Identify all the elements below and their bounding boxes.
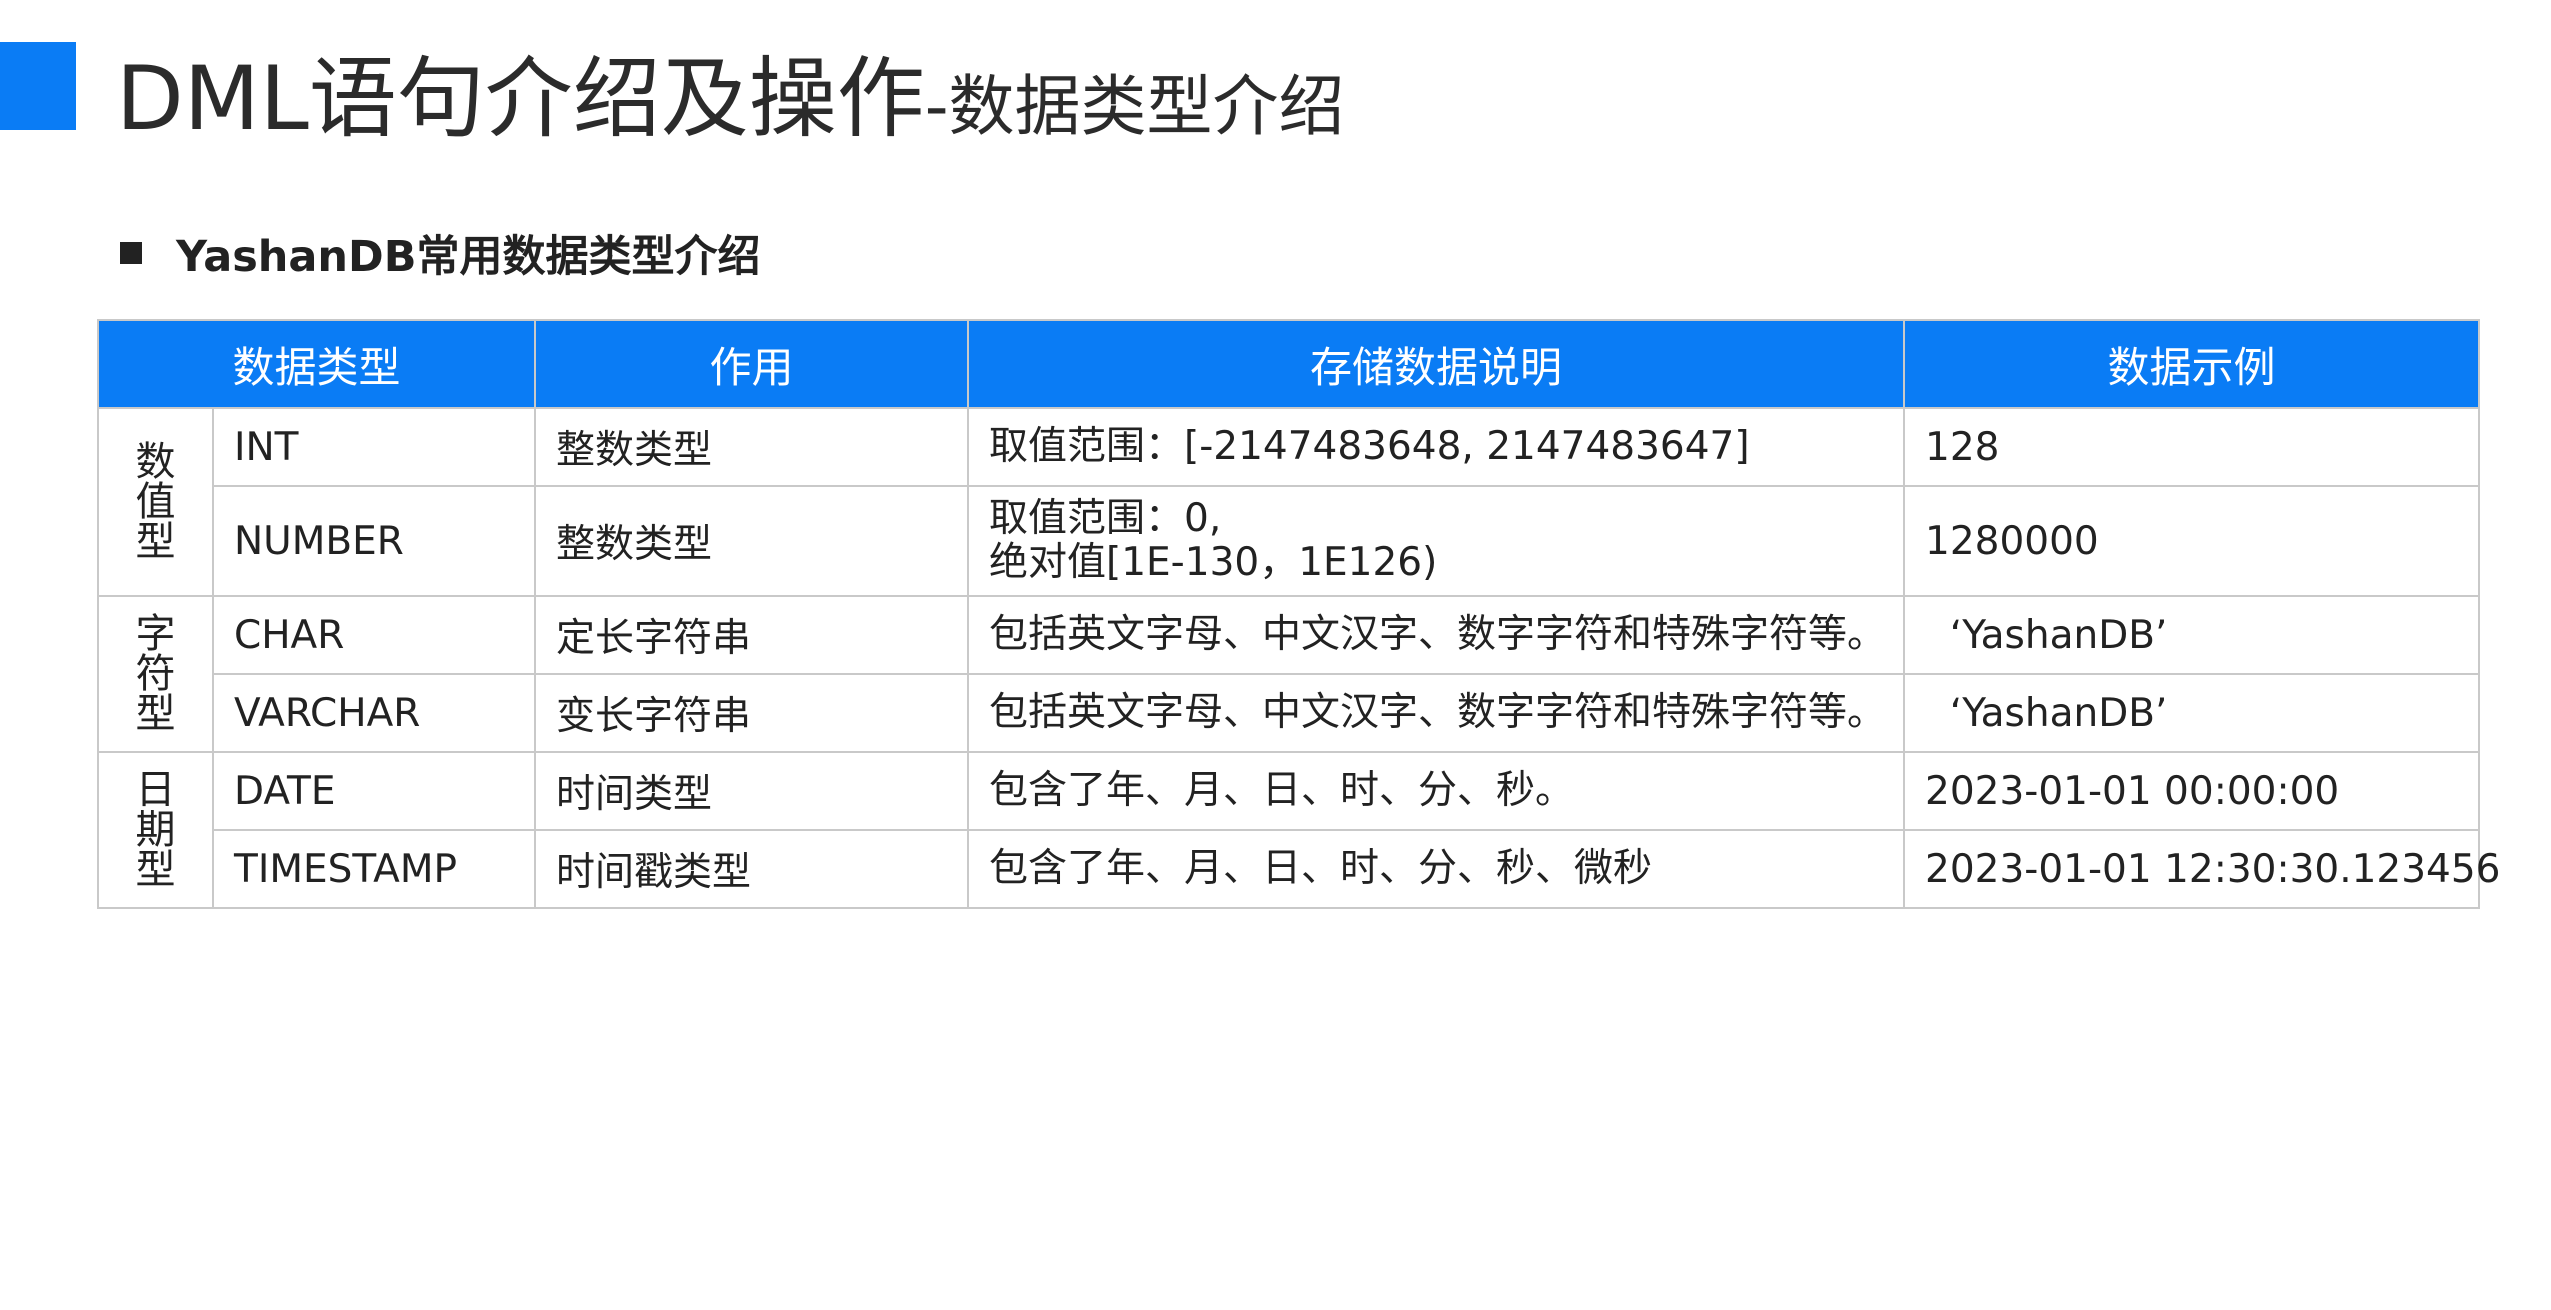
- cell-example: ‘YashanDB’: [1903, 595, 2481, 675]
- group-label-char: 型: [135, 847, 176, 893]
- table-row: 字 符 型 CHAR 定长字符串 包括英文字母、中文汉字、数字字符和特殊字符等。…: [97, 595, 2481, 753]
- cell-type: VARCHAR: [211, 673, 537, 753]
- cell-desc: 包括英文字母、中文汉字、数字字符和特殊字符等。: [967, 595, 1906, 675]
- group-label-char: 数: [135, 439, 176, 485]
- slide-title-main: DML语句介绍及操作: [116, 47, 925, 150]
- cell-type: CHAR: [211, 595, 537, 675]
- cell-type: NUMBER: [211, 485, 537, 597]
- header-purpose: 作用: [534, 319, 970, 409]
- cell-purpose: 定长字符串: [534, 595, 970, 675]
- cell-type: TIMESTAMP: [211, 829, 537, 909]
- section-heading-text: YashanDB常用数据类型介绍: [176, 232, 761, 282]
- slide-title: DML语句介绍及操作 -数据类型介绍: [116, 28, 1345, 150]
- group-label-numeric: 数 值 型: [97, 407, 214, 597]
- cell-example: 2023-01-01 12:30:30.123456: [1903, 829, 2501, 909]
- cell-desc-line: 包含了年、月、日、时、分、秒、微秒: [989, 846, 1653, 891]
- table-row: TIMESTAMP 时间戳类型 包含了年、月、日、时、分、秒、微秒 2023-0…: [98, 829, 2501, 909]
- cell-example: 128: [1903, 407, 2481, 487]
- header-example: 数据示例: [1903, 319, 2481, 409]
- cell-type: INT: [211, 407, 537, 487]
- cell-purpose: 时间类型: [534, 751, 970, 831]
- cell-desc-line: 包含了年、月、日、时、分、秒。: [989, 768, 1575, 813]
- cell-purpose: 时间戳类型: [534, 829, 970, 909]
- slide-title-sub: -数据类型介绍: [924, 68, 1345, 145]
- cell-desc: 包含了年、月、日、时、分、秒。: [967, 751, 1906, 831]
- group-label-char: 型: [135, 691, 176, 737]
- group-label-character: 字 符 型: [97, 595, 214, 753]
- section-heading: YashanDB常用数据类型介绍: [120, 222, 761, 284]
- cell-desc-line: 包括英文字母、中文汉字、数字字符和特殊字符等。: [989, 612, 1887, 657]
- group-label-char: 型: [135, 519, 176, 565]
- group-label-date: 日 期 型: [97, 751, 214, 909]
- cell-example: 2023-01-01 00:00:00: [1903, 751, 2481, 831]
- table-header-row: 数据类型 作用 存储数据说明 数据示例: [96, 319, 2481, 409]
- header-storage-desc: 存储数据说明: [967, 319, 1906, 409]
- table-row: 数 值 型 INT 整数类型 取值范围：[-2147483648, 214748…: [97, 407, 2481, 597]
- group-label-char: 期: [135, 807, 176, 853]
- group-label-char: 符: [135, 651, 176, 697]
- table-row: NUMBER 整数类型 取值范围：0, 绝对值[1E-130，1E126) 12…: [98, 485, 2481, 597]
- cell-example: 1280000: [1903, 485, 2481, 597]
- cell-desc-line: 绝对值[1E-130，1E126): [989, 540, 1438, 585]
- cell-type: DATE: [211, 751, 537, 831]
- data-types-table: 数据类型 作用 存储数据说明 数据示例 数 值 型 INT 整数类型 取值范围：…: [96, 319, 2501, 909]
- cell-example: ‘YashanDB’: [1903, 673, 2481, 753]
- cell-purpose: 变长字符串: [534, 673, 970, 753]
- table-row: 日 期 型 DATE 时间类型 包含了年、月、日、时、分、秒。 2023-01-…: [97, 751, 2481, 909]
- header-data-type: 数据类型: [96, 319, 537, 409]
- square-bullet-icon: [120, 242, 142, 264]
- cell-desc: 取值范围：0, 绝对值[1E-130，1E126): [967, 485, 1906, 597]
- group-label-char: 字: [135, 611, 176, 657]
- title-accent-bar: [0, 42, 76, 130]
- cell-desc: 取值范围：[-2147483648, 2147483647]: [967, 407, 1906, 487]
- cell-desc-line: 取值范围：0,: [989, 496, 1222, 541]
- cell-desc: 包括英文字母、中文汉字、数字字符和特殊字符等。: [967, 673, 1906, 753]
- cell-desc-line: 取值范围：[-2147483648, 2147483647]: [989, 424, 1750, 469]
- cell-purpose: 整数类型: [534, 407, 970, 487]
- cell-desc: 包含了年、月、日、时、分、秒、微秒: [967, 829, 1906, 909]
- cell-desc-line: 包括英文字母、中文汉字、数字字符和特殊字符等。: [989, 690, 1887, 735]
- group-label-char: 日: [135, 767, 176, 813]
- group-label-char: 值: [135, 479, 176, 525]
- table-row: VARCHAR 变长字符串 包括英文字母、中文汉字、数字字符和特殊字符等。 ‘Y…: [98, 673, 2481, 753]
- cell-purpose: 整数类型: [534, 485, 970, 597]
